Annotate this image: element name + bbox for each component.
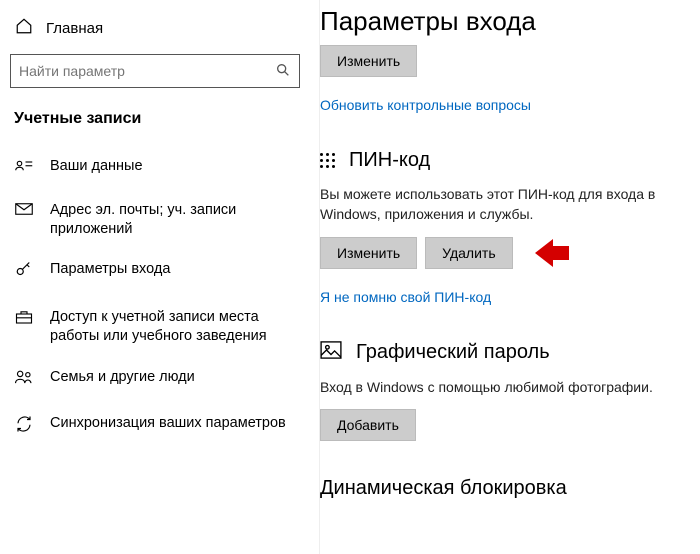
picture-icon: [320, 341, 342, 365]
dynamic-lock-header: Динамическая блокировка: [320, 477, 700, 500]
picture-add-button[interactable]: Добавить: [320, 409, 416, 441]
change-button-top[interactable]: Изменить: [320, 45, 417, 77]
highlight-arrow-icon: [535, 243, 569, 263]
home-label: Главная: [46, 20, 103, 37]
sidebar-item-label: Синхронизация ваших параметров: [50, 414, 286, 433]
sidebar-item-your-info[interactable]: Ваши данные: [10, 146, 310, 190]
sidebar-item-email-accounts[interactable]: Адрес эл. почты; уч. записи приложений: [10, 190, 310, 250]
sidebar-item-label: Адрес эл. почты; уч. записи приложений: [50, 201, 306, 239]
sidebar-item-sync[interactable]: Синхронизация ваших параметров: [10, 403, 310, 451]
sidebar-section-header: Учетные записи: [10, 110, 319, 146]
picture-password-header: Графический пароль: [320, 341, 700, 365]
people-icon: [14, 369, 34, 392]
pin-change-button[interactable]: Изменить: [320, 237, 417, 269]
sidebar-item-label: Ваши данные: [50, 157, 143, 176]
pin-header-label: ПИН-код: [349, 149, 430, 172]
sidebar-item-family[interactable]: Семья и другие люди: [10, 357, 310, 403]
forgot-pin-link[interactable]: Я не помню свой ПИН-код: [320, 289, 491, 305]
mail-icon: [14, 202, 34, 223]
home-nav[interactable]: Главная: [10, 10, 319, 54]
key-icon: [14, 261, 34, 286]
briefcase-icon: [14, 309, 34, 332]
home-icon: [14, 17, 34, 40]
picture-header-label: Графический пароль: [356, 341, 550, 364]
sidebar-item-work-school[interactable]: Доступ к учетной записи места работы или…: [10, 297, 310, 357]
main-content: Параметры входа Изменить Обновить контро…: [320, 0, 700, 554]
search-box[interactable]: [10, 54, 300, 88]
sidebar-item-signin-options[interactable]: Параметры входа: [10, 249, 310, 297]
person-card-icon: [14, 158, 34, 179]
pin-description: Вы можете использовать этот ПИН-код для …: [320, 184, 700, 225]
picture-description: Вход в Windows с помощью любимой фотогра…: [320, 377, 700, 397]
sidebar-item-label: Семья и другие люди: [50, 368, 195, 387]
update-questions-link[interactable]: Обновить контрольные вопросы: [320, 97, 531, 113]
pin-section-header: ПИН-код: [320, 149, 700, 172]
keypad-icon: [320, 153, 335, 168]
sidebar-item-label: Доступ к учетной записи места работы или…: [50, 308, 306, 346]
sidebar: Главная Учетные записи Ваши данные Адрес…: [0, 0, 320, 554]
search-icon: [275, 62, 291, 81]
dynamic-lock-label: Динамическая блокировка: [320, 477, 567, 500]
sidebar-item-label: Параметры входа: [50, 260, 170, 279]
sync-icon: [14, 415, 34, 440]
page-title: Параметры входа: [320, 6, 700, 45]
pin-delete-button[interactable]: Удалить: [425, 237, 512, 269]
search-input[interactable]: [19, 63, 275, 79]
